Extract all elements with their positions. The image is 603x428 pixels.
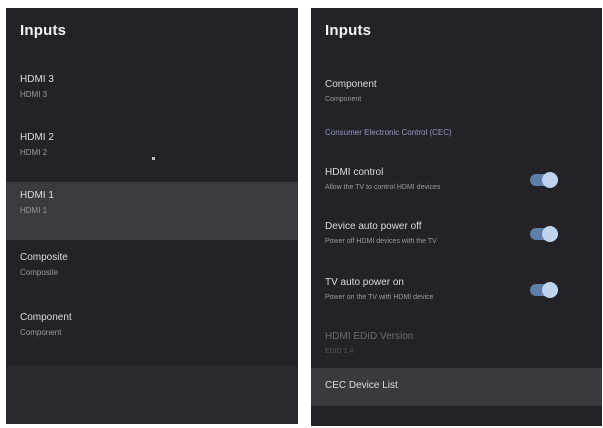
input-item-label: Component bbox=[20, 312, 72, 323]
input-item-composite[interactable]: Composite Composite bbox=[6, 244, 298, 302]
toggle-knob bbox=[542, 226, 558, 242]
input-item-sub: HDMI 3 bbox=[20, 90, 48, 99]
focus-cursor-marker bbox=[152, 157, 155, 160]
hdmi-edid-version-item: HDMI EDID Version EDID 1.4 bbox=[325, 330, 525, 358]
setting-tv-auto-power-on[interactable]: TV auto power on Power on the TV with HD… bbox=[325, 276, 525, 304]
setting-label: HDMI control bbox=[325, 167, 384, 178]
setting-sub: Power off HDMI devices with the TV bbox=[325, 238, 437, 245]
input-item-hdmi-3[interactable]: HDMI 3 HDMI 3 bbox=[6, 66, 298, 124]
toggle-knob bbox=[542, 282, 558, 298]
setting-sub: Allow the TV to control HDMI devices bbox=[325, 184, 441, 191]
edid-sub: EDID 1.4 bbox=[325, 348, 354, 355]
input-item-sub: Component bbox=[20, 328, 62, 337]
panel-footer-band bbox=[6, 366, 298, 424]
input-item-hdmi-2[interactable]: HDMI 2 HDMI 2 bbox=[6, 124, 298, 182]
hdmi-control-toggle[interactable] bbox=[530, 172, 558, 188]
setting-label: TV auto power on bbox=[325, 277, 404, 288]
panel-title: Inputs bbox=[20, 22, 67, 39]
setting-sub: Power on the TV with HDMI device bbox=[325, 294, 434, 301]
inputs-panel-right: Inputs Component Component Consumer Elec… bbox=[311, 8, 602, 426]
inputs-panel-left: Inputs HDMI 3 HDMI 3 HDMI 2 HDMI 2 HDMI … bbox=[6, 8, 298, 424]
input-item-label: HDMI 2 bbox=[20, 132, 54, 143]
component-sub: Component bbox=[325, 96, 362, 103]
input-item-component[interactable]: Component Component bbox=[6, 304, 298, 362]
input-item-sub: HDMI 2 bbox=[20, 148, 48, 157]
setting-hdmi-control[interactable]: HDMI control Allow the TV to control HDM… bbox=[325, 166, 525, 194]
input-item-label: Composite bbox=[20, 252, 68, 263]
toggle-knob bbox=[542, 172, 558, 188]
component-label: Component bbox=[325, 79, 377, 90]
input-item-sub: HDMI 1 bbox=[20, 206, 48, 215]
tv-auto-power-on-toggle[interactable] bbox=[530, 282, 558, 298]
panel-title: Inputs bbox=[325, 22, 372, 39]
cec-section-link[interactable]: Consumer Electronic Control (CEC) bbox=[325, 128, 452, 137]
cec-device-list-label: CEC Device List bbox=[325, 380, 398, 391]
setting-label: Device auto power off bbox=[325, 221, 422, 232]
edid-label: HDMI EDID Version bbox=[325, 331, 414, 342]
component-item[interactable]: Component Component bbox=[325, 78, 525, 106]
device-auto-power-off-toggle[interactable] bbox=[530, 226, 558, 242]
input-item-hdmi-1[interactable]: HDMI 1 HDMI 1 bbox=[6, 182, 298, 240]
cec-device-list-item[interactable]: CEC Device List bbox=[311, 368, 602, 406]
input-item-sub: Composite bbox=[20, 268, 59, 277]
setting-device-auto-power-off[interactable]: Device auto power off Power off HDMI dev… bbox=[325, 220, 525, 248]
input-item-label: HDMI 1 bbox=[20, 190, 54, 201]
input-item-label: HDMI 3 bbox=[20, 74, 54, 85]
